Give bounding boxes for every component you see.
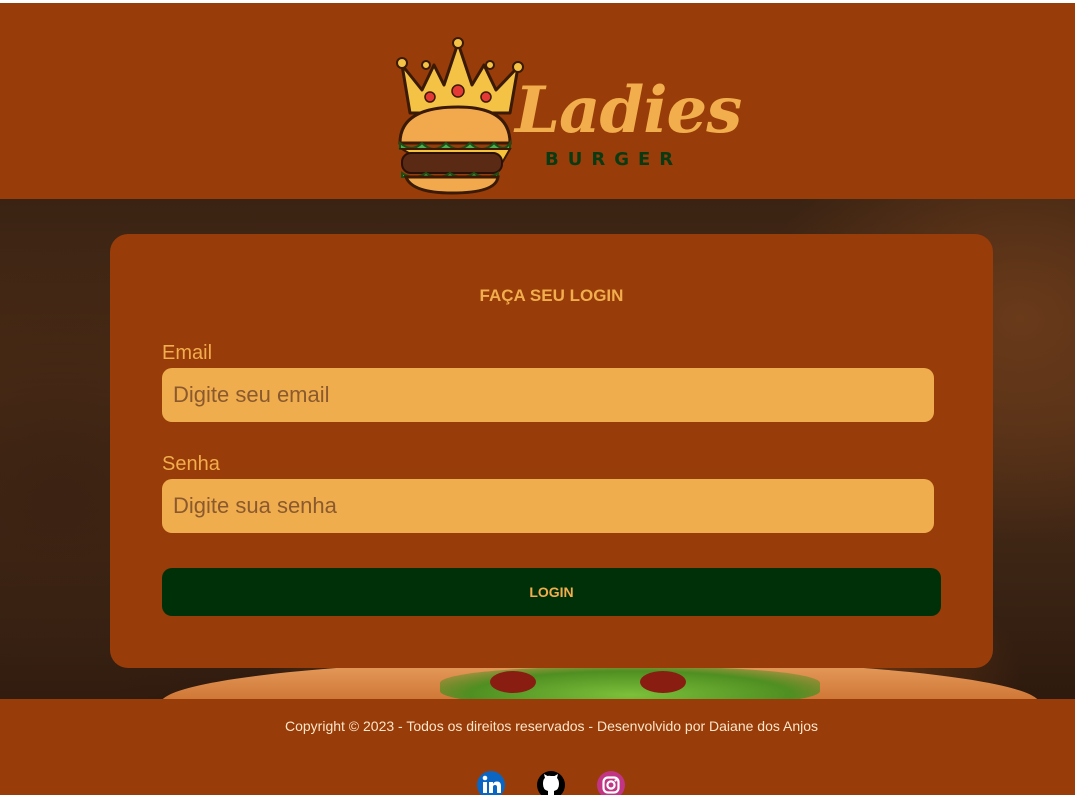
header: Ladies BURGER (0, 3, 1075, 199)
email-field[interactable] (162, 368, 934, 422)
footer: Copyright © 2023 - Todos os direitos res… (0, 699, 1075, 795)
hero-tomato (640, 671, 686, 693)
ladies-burger-logo[interactable]: Ladies BURGER (392, 35, 742, 195)
email-label: Email (162, 342, 213, 364)
github-icon[interactable] (537, 771, 565, 795)
password-field[interactable] (162, 479, 934, 533)
instagram-icon[interactable] (597, 771, 625, 795)
copyright-text: Copyright © 2023 - Todos os direitos res… (284, 718, 818, 734)
login-button[interactable]: LOGIN (162, 568, 941, 616)
linkedin-icon[interactable] (477, 771, 505, 795)
login-title: FAÇA SEU LOGIN (479, 286, 624, 305)
burger-crown-icon (396, 37, 524, 195)
login-card: FAÇA SEU LOGIN Email Senha LOGIN (110, 234, 993, 668)
password-label: Senha (162, 453, 220, 475)
logo-subtitle: BURGER (545, 149, 683, 170)
hero-tomato (490, 671, 536, 693)
logo-wordmark: Ladies (515, 73, 742, 148)
